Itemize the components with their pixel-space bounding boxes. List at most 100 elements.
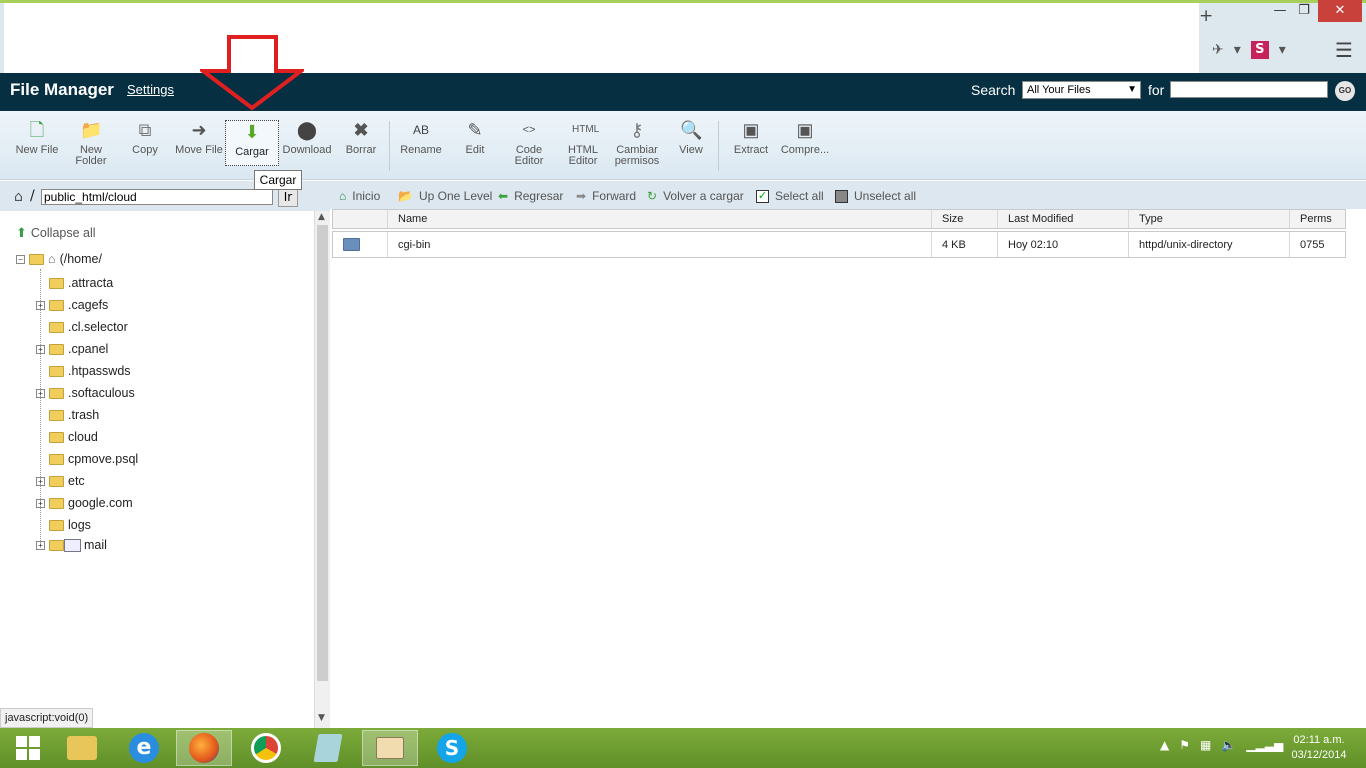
signal-bars-icon[interactable]: ▁▂▃▅ [1246, 738, 1283, 752]
reload-button[interactable]: ↻ Volver a cargar [647, 188, 744, 204]
compress-button[interactable]: ▣ Compre... [778, 119, 832, 156]
tree-item[interactable]: + google.com [36, 494, 133, 512]
tree-item-label: .attracta [68, 276, 114, 290]
tree-item[interactable]: + .softaculous [36, 384, 135, 402]
close-button[interactable]: ✕ [1318, 0, 1362, 22]
tree-item[interactable]: + etc [36, 472, 85, 490]
expand-toggle-icon[interactable]: + [36, 300, 45, 310]
chevron-down-icon[interactable]: ▾ [1234, 42, 1241, 58]
scrollbar-thumb[interactable] [317, 225, 328, 681]
delete-button[interactable]: ✖ Borrar [334, 119, 388, 156]
expand-toggle-icon[interactable]: + [36, 344, 45, 354]
upload-button[interactable]: ⬇ Cargar [225, 120, 279, 166]
tree-item[interactable]: cpmove.psql [36, 450, 138, 468]
scroll-down-icon[interactable]: ▼ [318, 713, 325, 723]
tree-item[interactable]: .cl.selector [36, 318, 128, 336]
collapse-all-button[interactable]: ⬆ Collapse all [16, 225, 96, 241]
mail-icon [64, 538, 81, 552]
tree-item[interactable]: + mail [36, 536, 107, 554]
expand-toggle-icon[interactable]: + [36, 388, 45, 398]
select-all-button[interactable]: ✓ Select all [756, 188, 824, 204]
tree-item[interactable]: logs [36, 516, 91, 534]
tree-item[interactable]: + .cpanel [36, 340, 108, 358]
remote-desktop-taskbar-button[interactable] [362, 730, 418, 766]
notepad-taskbar-button[interactable] [300, 730, 356, 766]
hamburger-menu-icon[interactable]: ☰ [1335, 38, 1353, 62]
show-hidden-icons-icon[interactable]: ▲ [1160, 738, 1169, 752]
firefox-taskbar-button[interactable] [176, 730, 232, 766]
bug-icon[interactable]: ✈ [1212, 42, 1224, 58]
header-size[interactable]: Size [932, 210, 998, 228]
file-perms[interactable]: 0755 [1290, 232, 1347, 257]
file-name[interactable]: cgi-bin [388, 232, 932, 257]
expand-toggle-icon[interactable]: + [36, 540, 45, 550]
home-icon[interactable]: ⌂ [14, 189, 23, 205]
expand-toggle-icon[interactable]: + [36, 476, 45, 486]
search-scope-select[interactable]: All Your Files ▼ [1022, 81, 1141, 99]
copy-button[interactable]: ⧉ Copy [118, 119, 172, 156]
volume-icon[interactable]: 🔈 [1221, 738, 1236, 752]
flag-icon[interactable]: ⚑ [1179, 738, 1190, 752]
tree-item[interactable]: cloud [36, 428, 98, 446]
extract-button[interactable]: ▣ Extract [724, 119, 778, 156]
path-input[interactable]: public_html/cloud [41, 189, 273, 205]
home-nav-label: Inicio [352, 189, 381, 203]
rename-button[interactable]: AB Rename [394, 119, 448, 156]
edit-button[interactable]: ✎ Edit [448, 119, 502, 156]
skype-taskbar-button[interactable]: S [424, 730, 480, 766]
tree-item[interactable]: .attracta [36, 274, 113, 292]
maximize-button[interactable]: ❐ [1292, 0, 1316, 22]
taskbar-clock[interactable]: 02:11 a.m. 03/12/2014 [1284, 733, 1354, 763]
download-label: Download [282, 144, 332, 156]
collapse-toggle-icon[interactable]: − [16, 254, 25, 264]
network-adapter-icon[interactable]: ▦ [1200, 738, 1211, 752]
chevron-down-icon[interactable]: ▾ [1279, 42, 1286, 58]
header-last-modified[interactable]: Last Modified [998, 210, 1129, 228]
tree-item[interactable]: + .cagefs [36, 296, 108, 314]
tree-scrollbar[interactable]: ▲ ▼ [314, 211, 330, 728]
browser-toolbar-icons: ✈ ▾ S ▾ [1212, 38, 1286, 62]
up-one-level-button[interactable]: 📂 Up One Level [398, 188, 492, 204]
tree-item[interactable]: .htpasswds [36, 362, 131, 380]
search-go-button[interactable]: GO [1335, 81, 1355, 101]
tree-item-label: cpmove.psql [68, 452, 139, 466]
tree-root[interactable]: − ⌂ (/home/ [16, 250, 102, 268]
code-editor-label: Code Editor [514, 144, 544, 167]
extract-icon: ▣ [742, 120, 760, 140]
notepad-icon [313, 734, 343, 762]
path-go-button[interactable]: Ir [278, 187, 298, 207]
start-button[interactable] [0, 730, 56, 766]
header-name[interactable]: Name [388, 210, 932, 228]
permissions-icon: ⚷ [630, 120, 644, 140]
forward-button[interactable]: ➡ Forward [576, 188, 636, 204]
back-button[interactable]: ⬅ Regresar [498, 188, 563, 204]
html-editor-button[interactable]: HTML HTML Editor [556, 119, 610, 167]
home-nav-button[interactable]: ⌂ Inicio [339, 188, 380, 204]
file-explorer-taskbar-button[interactable] [54, 730, 110, 766]
download-button[interactable]: ⬤ Download [280, 119, 334, 156]
chrome-taskbar-button[interactable] [238, 730, 294, 766]
skype-icon: S [437, 733, 467, 763]
expand-toggle-icon[interactable]: + [36, 498, 45, 508]
settings-link[interactable]: Settings [127, 82, 174, 97]
view-button[interactable]: 🔍 View [664, 119, 718, 156]
folder-icon [49, 409, 64, 421]
table-row[interactable]: cgi-bin 4 KB Hoy 02:10 httpd/unix-direct… [332, 231, 1346, 258]
chevron-down-icon: ▼ [1127, 84, 1137, 95]
unselect-all-button[interactable]: Unselect all [835, 188, 916, 204]
new-folder-button[interactable]: 📁 New Folder [64, 119, 118, 167]
move-file-button[interactable]: ➜ Move File [172, 119, 226, 156]
internet-explorer-taskbar-button[interactable]: e [116, 730, 172, 766]
header-perms[interactable]: Perms [1290, 210, 1347, 228]
permissions-button[interactable]: ⚷ Cambiar permisos [610, 119, 664, 167]
new-file-button[interactable]: 🗋 New File [10, 119, 64, 156]
code-editor-button[interactable]: <> Code Editor [502, 119, 556, 167]
header-type[interactable]: Type [1129, 210, 1290, 228]
status-bar-text: javascript:void(0) [0, 708, 94, 728]
search-input[interactable] [1170, 81, 1328, 98]
new-tab-button[interactable]: + [1199, 6, 1213, 26]
minimize-button[interactable]: — [1268, 0, 1292, 22]
scroll-up-icon[interactable]: ▲ [318, 212, 325, 222]
tree-item[interactable]: .trash [36, 406, 99, 424]
s-extension-icon[interactable]: S [1250, 41, 1269, 59]
